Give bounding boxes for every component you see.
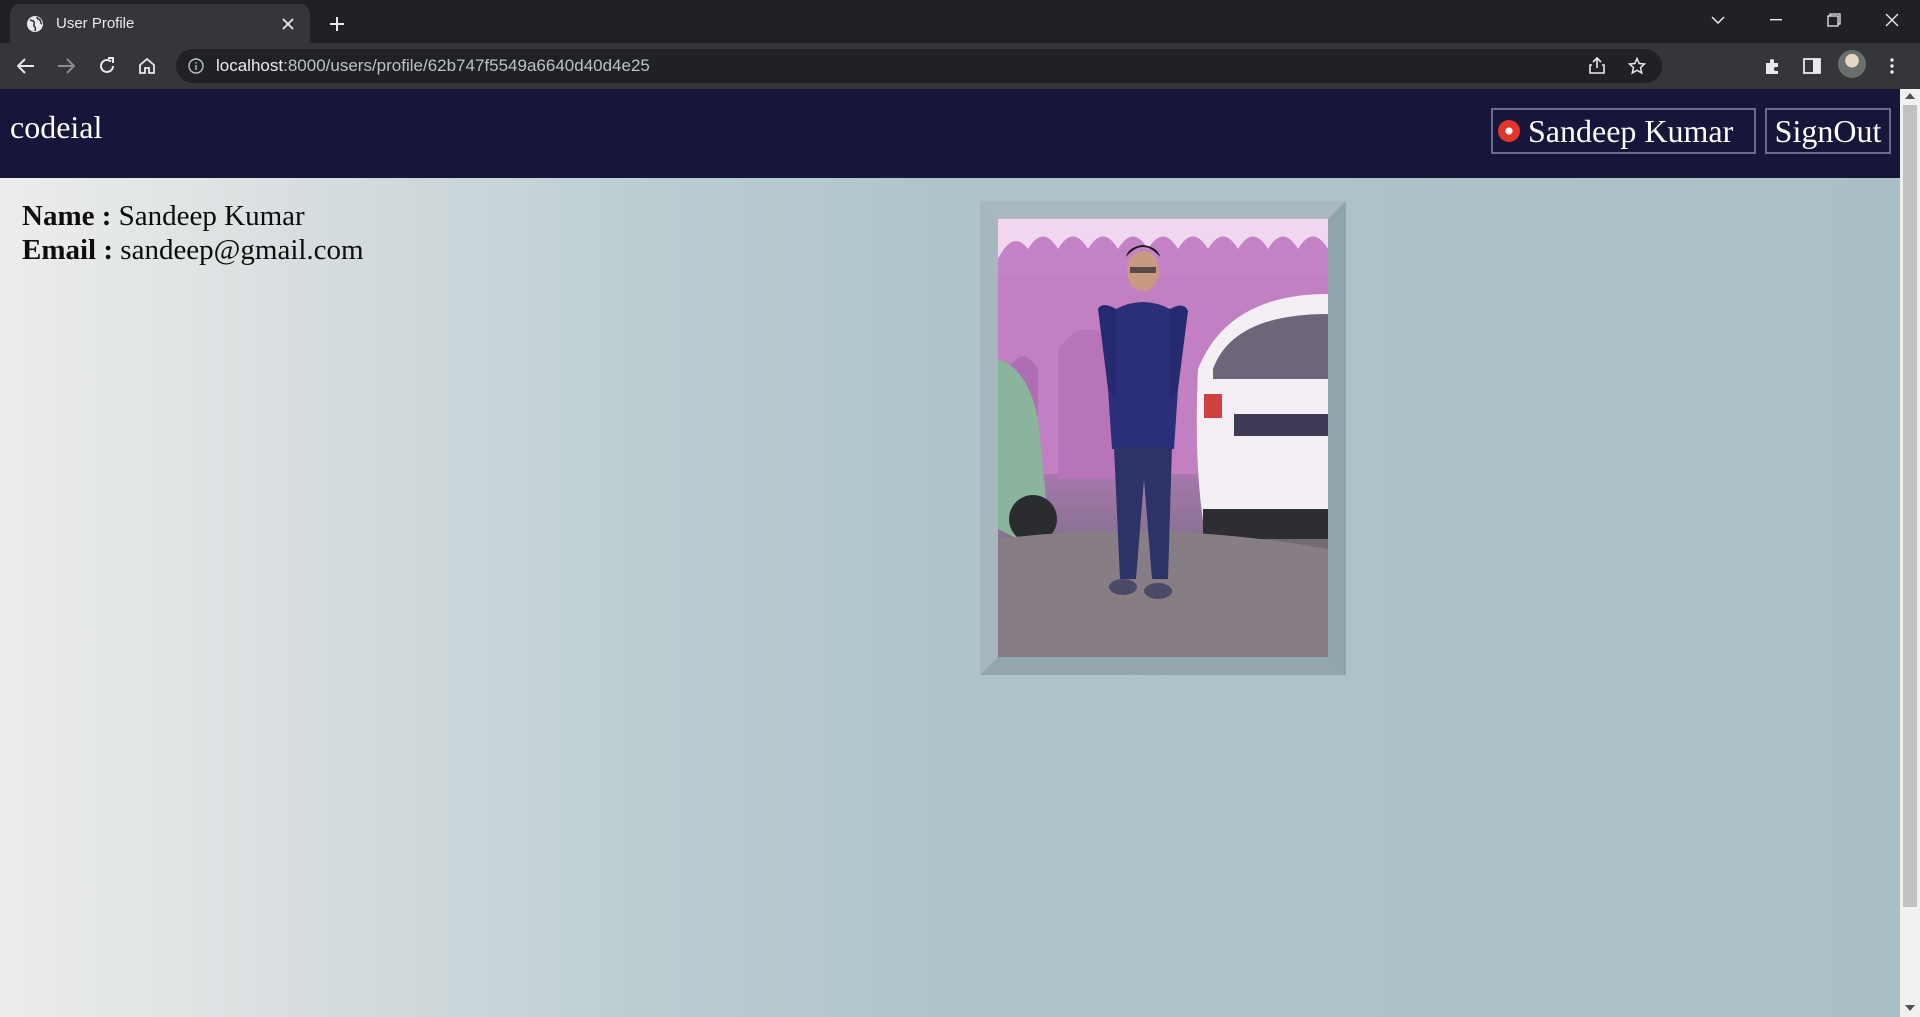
site-brand[interactable]: codeial (10, 109, 102, 146)
tab-search-icon[interactable] (1690, 0, 1746, 40)
profile-photo (998, 219, 1328, 657)
profile-photo-frame (980, 201, 1346, 675)
scrollbar-thumb[interactable] (1903, 105, 1917, 907)
scroll-down-icon[interactable] (1905, 1005, 1915, 1011)
browser-toolbar: localhost:8000/users/profile/62b747f5549… (0, 43, 1920, 90)
address-bar[interactable]: localhost:8000/users/profile/62b747f5549… (176, 49, 1662, 83)
site-navbar: codeial Sandeep Kumar SignOut (0, 89, 1900, 178)
page-content: codeial Sandeep Kumar SignOut Name : San… (0, 89, 1900, 1017)
reload-icon[interactable] (91, 50, 123, 82)
user-profile-label: Sandeep Kumar (1528, 112, 1734, 149)
page-scrollbar[interactable] (1900, 89, 1920, 1017)
profile-info: Name : Sandeep Kumar Email : sandeep@gma… (22, 199, 364, 267)
bookmark-star-icon[interactable] (1622, 51, 1652, 81)
email-value: sandeep@gmail.com (120, 234, 364, 266)
back-icon[interactable] (10, 50, 42, 82)
forward-icon[interactable] (50, 50, 82, 82)
user-avatar-icon (1498, 120, 1520, 142)
name-label: Name : (22, 200, 112, 232)
tab-close-icon[interactable] (276, 12, 300, 36)
new-tab-button[interactable] (322, 9, 352, 39)
name-row: Name : Sandeep Kumar (22, 199, 364, 233)
user-profile-button[interactable]: Sandeep Kumar (1491, 108, 1756, 154)
tab-user-profile[interactable]: User Profile (10, 4, 310, 43)
url-path: :8000/users/profile/62b747f5549a6640d40d… (283, 56, 650, 75)
email-label: Email : (22, 234, 114, 266)
minimize-icon[interactable] (1748, 0, 1804, 40)
email-row: Email : sandeep@gmail.com (22, 233, 364, 267)
browser-profile-avatar[interactable] (1838, 50, 1866, 78)
globe-icon (26, 15, 44, 33)
side-panel-icon[interactable] (1796, 50, 1828, 82)
url-text: localhost:8000/users/profile/62b747f5549… (216, 56, 1582, 76)
share-icon[interactable] (1582, 51, 1612, 81)
tab-strip: User Profile (0, 0, 1920, 43)
signout-button[interactable]: SignOut (1765, 108, 1891, 154)
restore-icon[interactable] (1806, 0, 1862, 40)
extensions-icon[interactable] (1756, 50, 1788, 82)
home-icon[interactable] (131, 50, 163, 82)
tab-title: User Profile (56, 15, 135, 32)
scroll-up-icon[interactable] (1905, 93, 1915, 99)
browser-menu-icon[interactable] (1876, 50, 1908, 82)
close-window-icon[interactable] (1864, 0, 1920, 40)
url-host: localhost (216, 56, 284, 75)
browser-window: User Profile localhost:8000/users/profil… (0, 0, 1920, 1017)
name-value: Sandeep Kumar (118, 200, 305, 232)
signout-label: SignOut (1774, 112, 1882, 149)
site-info-icon[interactable] (186, 56, 206, 76)
